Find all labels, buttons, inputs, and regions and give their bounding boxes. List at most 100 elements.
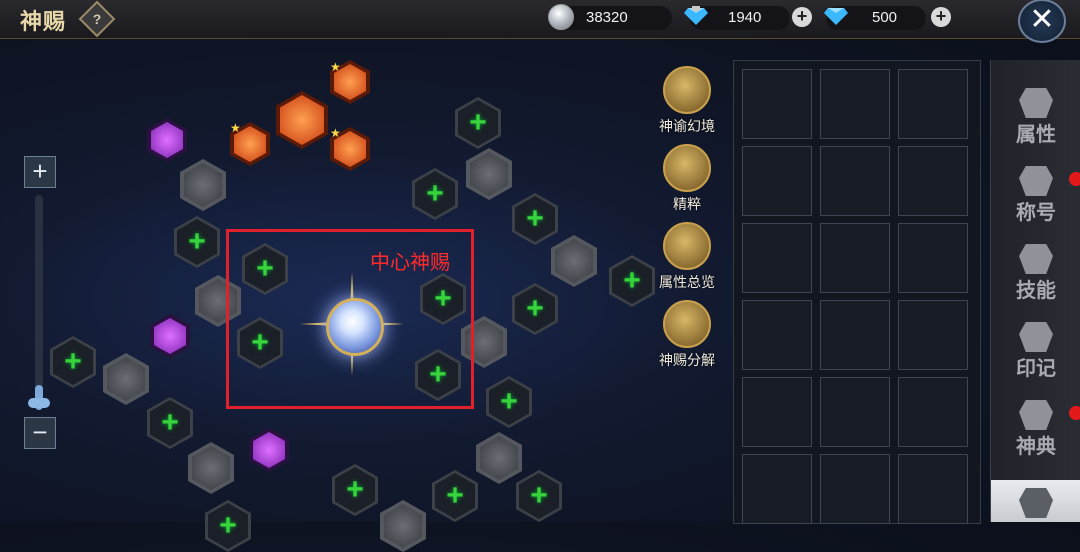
sidebar-tab-seals[interactable]: 印记 xyxy=(991,314,1080,392)
purple-godgift-node[interactable] xyxy=(147,118,187,162)
godgift-decompose-button[interactable]: 神赐分解 xyxy=(650,300,724,370)
sidebar-tab-label: 神典 xyxy=(1016,436,1056,458)
inventory-slot[interactable] xyxy=(820,223,890,293)
sidebar-tab-attributes[interactable]: 属性 xyxy=(991,80,1080,158)
add-bound-diamond-button[interactable]: + xyxy=(792,7,812,27)
zoom-slider[interactable] xyxy=(28,195,50,410)
plus-icon: + xyxy=(188,225,206,258)
top-bar: 神赐 ? 38320 1940 + 500 + ✕ xyxy=(0,0,1080,43)
plus-icon: + xyxy=(526,292,544,325)
plus-icon: + xyxy=(64,345,82,378)
oracle-realm-button[interactable]: 神谕幻境 xyxy=(650,66,724,136)
essence-button[interactable]: 精粹 xyxy=(650,144,724,214)
sidebar-tab-label: 属性 xyxy=(1016,124,1056,146)
sidebar-tab-label: 印记 xyxy=(1016,358,1056,380)
sidebar-tab-codex[interactable]: 神典 xyxy=(991,392,1080,470)
diamond-amount: 500 xyxy=(872,9,898,26)
bound-diamond-icon xyxy=(684,6,708,25)
locked-node[interactable] xyxy=(380,500,426,552)
scroll-icon xyxy=(663,222,711,270)
chest-icon xyxy=(1019,166,1053,196)
inventory-slot[interactable] xyxy=(898,146,968,216)
inventory-slot[interactable] xyxy=(898,454,968,524)
inventory-slot[interactable] xyxy=(742,223,812,293)
unlock-node[interactable]: + xyxy=(412,168,458,220)
right-sidebar: 属性 称号 技能 印记 神典 xyxy=(990,60,1080,522)
inventory-slot[interactable] xyxy=(820,377,890,447)
unlock-node[interactable]: + xyxy=(174,216,220,268)
attribute-overview-button[interactable]: 属性总览 xyxy=(650,222,724,292)
zoom-in-button[interactable]: + xyxy=(24,156,56,188)
page-title: 神赐 xyxy=(20,9,67,34)
inventory-slot[interactable] xyxy=(742,377,812,447)
unlock-node[interactable]: + xyxy=(205,500,251,552)
locked-node[interactable] xyxy=(551,235,597,287)
inventory-slot[interactable] xyxy=(898,377,968,447)
unlock-node[interactable]: + xyxy=(516,470,562,522)
godgift-icon xyxy=(1019,488,1053,518)
plus-icon: + xyxy=(426,177,444,210)
help-icon: ? xyxy=(92,11,102,27)
diamond-icon xyxy=(824,8,848,25)
silver-amount: 38320 xyxy=(586,9,628,26)
sidebar-tab-label: 称号 xyxy=(1016,202,1056,224)
locked-node[interactable] xyxy=(466,148,512,200)
zoom-slider-handle[interactable] xyxy=(28,398,50,408)
orange-godgift-node[interactable] xyxy=(276,91,328,149)
help-button[interactable]: ? xyxy=(78,0,116,38)
zoom-out-button[interactable]: − xyxy=(24,417,56,449)
inventory-slot[interactable] xyxy=(898,223,968,293)
tree-icon xyxy=(663,66,711,114)
book-icon xyxy=(1019,400,1053,430)
unlock-node[interactable]: + xyxy=(455,97,501,149)
plus-icon: + xyxy=(161,406,179,439)
godgift-inventory-grid xyxy=(733,60,981,524)
inventory-slot[interactable] xyxy=(742,69,812,139)
sidebar-tab-skills[interactable]: 技能 xyxy=(991,236,1080,314)
bound-diamond-amount: 1940 xyxy=(728,9,762,26)
flame-book-icon xyxy=(1019,244,1053,274)
locked-node[interactable] xyxy=(476,432,522,484)
plus-icon: + xyxy=(219,509,237,542)
inventory-slot[interactable] xyxy=(898,300,968,370)
sidebar-tab-label: 技能 xyxy=(1016,280,1056,302)
plus-icon: + xyxy=(623,264,641,297)
inventory-slot[interactable] xyxy=(820,69,890,139)
unlock-node[interactable]: + xyxy=(486,376,532,428)
locked-node[interactable] xyxy=(180,159,226,211)
action-label: 属性总览 xyxy=(659,274,715,290)
star-icon: ★ xyxy=(230,121,241,135)
bag-icon xyxy=(1019,88,1053,118)
locked-node[interactable] xyxy=(188,442,234,494)
inventory-slot[interactable] xyxy=(820,300,890,370)
purple-godgift-node[interactable] xyxy=(249,428,289,472)
silver-coin-icon xyxy=(548,4,574,30)
unlock-node[interactable]: + xyxy=(512,193,558,245)
swirl-icon xyxy=(663,300,711,348)
unlock-node[interactable]: + xyxy=(512,283,558,335)
inventory-slot[interactable] xyxy=(742,454,812,524)
locked-node[interactable] xyxy=(103,353,149,405)
inventory-slot[interactable] xyxy=(820,146,890,216)
unlock-node[interactable]: + xyxy=(609,255,655,307)
inventory-slot[interactable] xyxy=(820,454,890,524)
inventory-slot[interactable] xyxy=(742,146,812,216)
highlight-label: 中心神赐 xyxy=(370,252,450,274)
unlock-node[interactable]: + xyxy=(147,397,193,449)
sidebar-tab-titles[interactable]: 称号 xyxy=(991,158,1080,236)
star-icon: ★ xyxy=(330,126,341,140)
close-button[interactable]: ✕ xyxy=(1018,0,1066,43)
action-label: 神赐分解 xyxy=(659,352,715,368)
add-diamond-button[interactable]: + xyxy=(931,7,951,27)
inventory-slot[interactable] xyxy=(742,300,812,370)
plus-icon: + xyxy=(446,479,464,512)
seal-icon xyxy=(1019,322,1053,352)
unlock-node[interactable]: + xyxy=(332,464,378,516)
unlock-node[interactable]: + xyxy=(50,336,96,388)
purple-godgift-node[interactable] xyxy=(150,314,190,358)
unlock-node[interactable]: + xyxy=(432,470,478,522)
sidebar-tab-godgift[interactable] xyxy=(991,480,1080,522)
plus-icon: + xyxy=(500,385,518,418)
notification-badge xyxy=(1069,406,1080,420)
inventory-slot[interactable] xyxy=(898,69,968,139)
